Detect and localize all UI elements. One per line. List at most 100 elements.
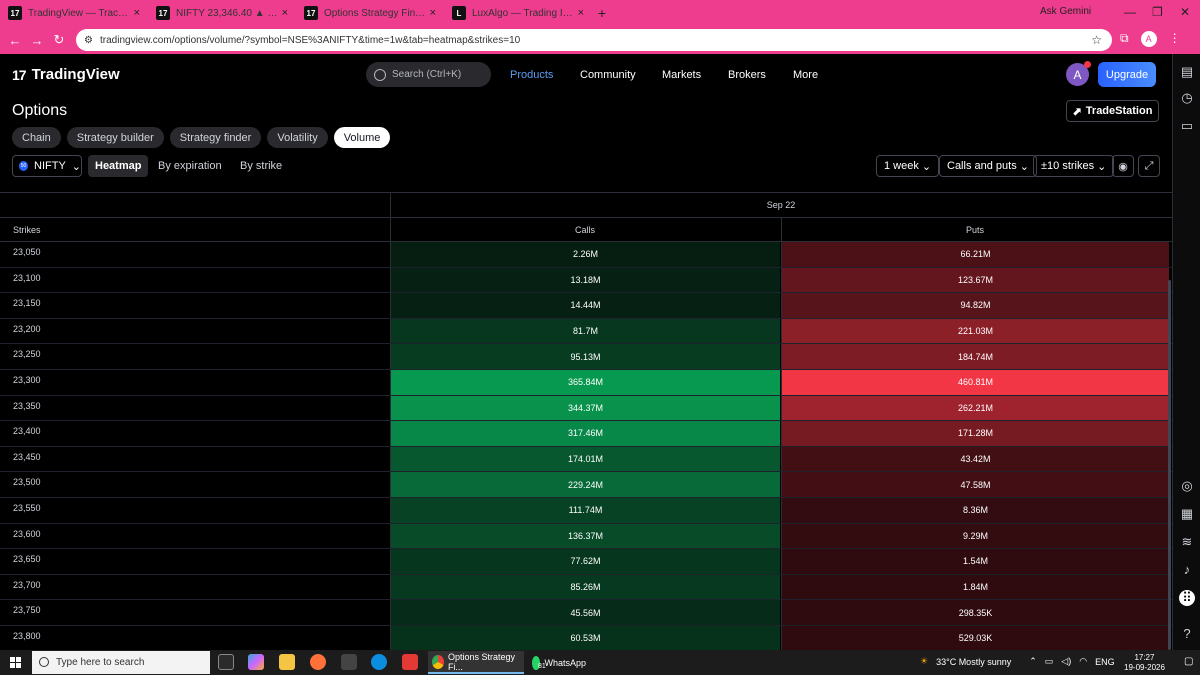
tab-strategy-finder[interactable]: Strategy finder	[169, 127, 262, 148]
taskbar-chrome-task[interactable]: Options Strategy Fi...	[428, 651, 524, 674]
puts-volume-cell[interactable]: 43.42M	[781, 446, 1169, 472]
fullscreen-icon[interactable]: ⤢	[1138, 155, 1160, 177]
browser-menu-icon[interactable]: ⋮	[1169, 31, 1181, 47]
puts-volume-cell[interactable]: 529.03K	[781, 625, 1169, 650]
browser-tab-0[interactable]: 17 TradingView — Track All Mark ×	[0, 0, 148, 26]
browser-tab-2[interactable]: 17 Options Strategy Finder — NSE ×	[296, 0, 444, 26]
calls-volume-cell[interactable]: 2.26M	[390, 242, 780, 267]
close-icon[interactable]: ×	[282, 7, 288, 19]
puts-volume-cell[interactable]: 298.35K	[781, 600, 1169, 625]
puts-volume-cell[interactable]: 66.21M	[781, 242, 1169, 267]
bookmark-star-icon[interactable]: ☆	[1091, 33, 1102, 47]
strikes-dropdown[interactable]: ±10 strikes ⌄	[1033, 155, 1115, 177]
table-row[interactable]: 23,150 14.44M 94.82M	[0, 293, 1172, 319]
calls-volume-cell[interactable]: 60.53M	[390, 625, 780, 650]
calls-volume-cell[interactable]: 344.37M	[390, 395, 780, 421]
table-row[interactable]: 23,400 317.46M 171.28M	[0, 421, 1172, 447]
tradingview-logo[interactable]: 17 TradingView	[12, 66, 120, 83]
calls-volume-cell[interactable]: 95.13M	[390, 344, 780, 369]
tab-strategy-builder[interactable]: Strategy builder	[66, 127, 164, 148]
tab-volume[interactable]: Volume	[333, 127, 391, 148]
alerts-clock-icon[interactable]: ◷	[1179, 90, 1195, 106]
ask-gemini-button[interactable]: Ask Gemini	[1040, 6, 1091, 17]
address-bar[interactable]: ⚙ tradingview.com/options/volume/?symbol…	[76, 29, 1112, 51]
volume-icon[interactable]: ◁)	[1061, 656, 1071, 667]
edge-icon[interactable]	[371, 654, 387, 670]
stream-icon[interactable]: ≋	[1179, 534, 1195, 550]
table-row[interactable]: 23,050 2.26M 66.21M	[0, 242, 1172, 268]
table-row[interactable]: 23,700 85.26M 1.84M	[0, 574, 1172, 601]
calls-volume-cell[interactable]: 14.44M	[390, 293, 780, 318]
calls-volume-cell[interactable]: 136.37M	[390, 523, 780, 549]
calls-volume-cell[interactable]: 45.56M	[390, 600, 780, 625]
nav-products[interactable]: Products	[510, 69, 553, 81]
calls-volume-cell[interactable]: 317.46M	[390, 421, 780, 446]
copilot-icon[interactable]	[248, 654, 264, 670]
site-info-icon[interactable]: ⚙	[84, 35, 93, 46]
taskbar-clock[interactable]: 17:27 19-09-2026	[1124, 653, 1165, 673]
calls-volume-cell[interactable]: 85.26M	[390, 574, 780, 600]
file-explorer-icon[interactable]	[279, 654, 295, 670]
puts-volume-cell[interactable]: 123.67M	[781, 267, 1169, 293]
browser-tab-1[interactable]: 17 NIFTY 23,346.40 ▲ +0.73% Un ×	[148, 0, 296, 26]
calls-volume-cell[interactable]: 77.62M	[390, 549, 780, 574]
windows-start-icon[interactable]	[10, 657, 21, 668]
tray-chevron-icon[interactable]: ⌃	[1029, 656, 1037, 667]
tradestation-broker-button[interactable]: ⬈ TradeStation	[1066, 100, 1159, 122]
notifications-icon[interactable]: ▢	[1184, 656, 1193, 667]
puts-volume-cell[interactable]: 171.28M	[781, 421, 1169, 446]
symbol-selector[interactable]: 50 NIFTY ⌄	[12, 155, 82, 177]
taskbar-whatsapp-task[interactable]: 81 WhatsApp	[528, 651, 590, 674]
puts-volume-cell[interactable]: 94.82M	[781, 293, 1169, 318]
view-heatmap[interactable]: Heatmap	[88, 155, 149, 177]
calls-volume-cell[interactable]: 174.01M	[390, 446, 780, 472]
table-scrollbar[interactable]	[1168, 280, 1171, 650]
close-icon[interactable]: ×	[430, 7, 436, 19]
table-row[interactable]: 23,100 13.18M 123.67M	[0, 267, 1172, 294]
table-row[interactable]: 23,800 60.53M 529.03K	[0, 625, 1172, 650]
table-row[interactable]: 23,500 229.24M 47.58M	[0, 472, 1172, 498]
calls-volume-cell[interactable]: 13.18M	[390, 267, 780, 293]
puts-volume-cell[interactable]: 460.81M	[781, 369, 1169, 395]
browser-profile-avatar[interactable]: A	[1140, 31, 1157, 47]
puts-volume-cell[interactable]: 262.21M	[781, 395, 1169, 421]
close-window-icon[interactable]: ✕	[1180, 5, 1190, 19]
side-dropdown[interactable]: Calls and puts ⌄	[939, 155, 1037, 177]
close-icon[interactable]: ×	[134, 7, 140, 19]
calls-volume-cell[interactable]: 229.24M	[390, 472, 780, 497]
chat-icon[interactable]: ▭	[1179, 118, 1195, 134]
table-row[interactable]: 23,350 344.37M 262.21M	[0, 395, 1172, 422]
tab-chain[interactable]: Chain	[12, 127, 61, 148]
upgrade-button[interactable]: Upgrade	[1098, 62, 1156, 87]
extensions-icon[interactable]: ⧉	[1120, 31, 1129, 47]
table-row[interactable]: 23,450 174.01M 43.42M	[0, 446, 1172, 473]
search-input[interactable]: Search (Ctrl+K)	[366, 62, 491, 87]
tab-volatility[interactable]: Volatility	[267, 127, 328, 148]
watchlist-icon[interactable]: ▤	[1179, 64, 1195, 80]
puts-volume-cell[interactable]: 47.58M	[781, 472, 1169, 497]
reload-icon[interactable]: ↻	[48, 32, 70, 48]
puts-volume-cell[interactable]: 8.36M	[781, 497, 1169, 523]
view-by-expiration[interactable]: By expiration	[151, 155, 229, 177]
nav-markets[interactable]: Markets	[662, 69, 701, 81]
browser-tab-3[interactable]: L LuxAlgo — Trading Ideas and ×	[444, 0, 592, 26]
table-row[interactable]: 23,200 81.7M 221.03M	[0, 318, 1172, 345]
view-by-strike[interactable]: By strike	[233, 155, 289, 177]
table-row[interactable]: 23,250 95.13M 184.74M	[0, 344, 1172, 370]
nav-brokers[interactable]: Brokers	[728, 69, 766, 81]
taskbar-search-input[interactable]: Type here to search	[32, 651, 210, 674]
calls-volume-cell[interactable]: 365.84M	[390, 369, 780, 395]
puts-volume-cell[interactable]: 221.03M	[781, 318, 1169, 344]
target-icon[interactable]: ◎	[1179, 478, 1195, 494]
table-row[interactable]: 23,650 77.62M 1.54M	[0, 549, 1172, 575]
calls-volume-cell[interactable]: 111.74M	[390, 497, 780, 523]
firefox-icon[interactable]	[310, 654, 326, 670]
table-row[interactable]: 23,550 111.74M 8.36M	[0, 497, 1172, 524]
restore-icon[interactable]: ❐	[1152, 5, 1163, 19]
nav-more[interactable]: More	[793, 69, 818, 81]
nav-community[interactable]: Community	[580, 69, 636, 81]
puts-volume-cell[interactable]: 184.74M	[781, 344, 1169, 369]
forward-icon[interactable]: →	[26, 33, 48, 48]
camera-icon[interactable]: ◉	[1112, 155, 1134, 177]
network-icon[interactable]: ▭	[1045, 656, 1054, 667]
